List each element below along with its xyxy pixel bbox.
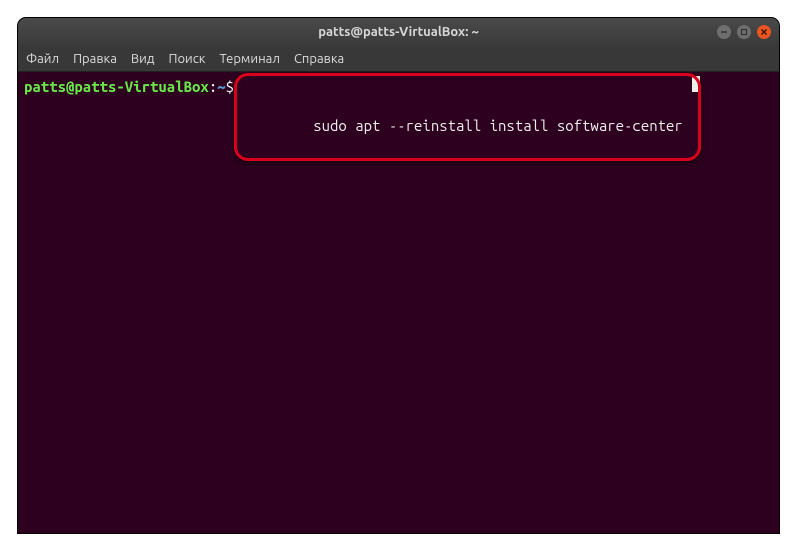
prompt-userhost: patts@patts-VirtualBox [24,77,209,97]
terminal-body[interactable]: patts@patts-VirtualBox:~$ sudo apt --rei… [18,72,779,533]
menu-view[interactable]: Вид [131,52,155,66]
menu-help[interactable]: Справка [294,52,344,66]
command-highlight-wrap: sudo apt --reinstall install software-ce… [238,77,691,155]
close-icon[interactable] [757,25,771,39]
minimize-icon[interactable] [717,25,731,39]
maximize-icon[interactable] [737,25,751,39]
terminal-window: patts@patts-VirtualBox: ~ Файл Правка Ви… [18,18,779,533]
menu-file[interactable]: Файл [26,52,59,66]
prompt-line: patts@patts-VirtualBox:~$ sudo apt --rei… [24,76,773,155]
command-text: sudo apt --reinstall install software-ce… [305,115,691,136]
prompt-dollar: $ [226,77,234,97]
prompt-colon: : [209,77,217,97]
menu-terminal[interactable]: Терминал [219,52,279,66]
menu-edit[interactable]: Правка [73,52,117,66]
menu-search[interactable]: Поиск [168,52,205,66]
titlebar[interactable]: patts@patts-VirtualBox: ~ [18,18,779,46]
window-title: patts@patts-VirtualBox: ~ [318,25,479,39]
prompt-path: ~ [217,77,225,97]
window-controls [717,25,771,39]
menubar: Файл Правка Вид Поиск Терминал Справка [18,46,779,72]
